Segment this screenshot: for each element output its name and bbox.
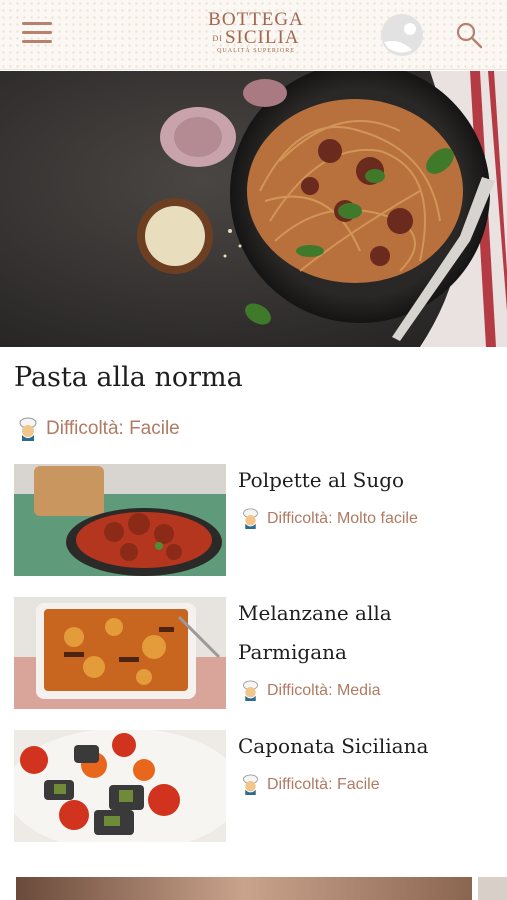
recipe-card[interactable]: Polpette al Sugo Difficoltà: Molto facil… (0, 464, 507, 576)
brand-logo[interactable]: BOTTEGA DI SICILIA QUALITÀ SUPERIORE (196, 10, 316, 60)
logo-di: DI (212, 33, 223, 43)
recipe-thumbnail (14, 597, 226, 709)
pasta-photo (0, 71, 507, 347)
hero-recipe-image[interactable] (0, 71, 507, 347)
chef-icon (243, 508, 258, 529)
app-header: BOTTEGA DI SICILIA QUALITÀ SUPERIORE (0, 0, 507, 70)
search-icon (456, 22, 483, 49)
next-recipe-image[interactable] (16, 877, 472, 900)
recipe-card[interactable]: Caponata Siciliana Difficoltà: Facile (0, 730, 507, 842)
menu-button[interactable] (22, 22, 52, 46)
recipe-thumbnail (14, 730, 226, 842)
recipe-card[interactable]: Melanzane alla Parmigana Difficoltà: Med… (0, 597, 507, 709)
recipe-difficulty: Difficoltà: Media (240, 680, 381, 701)
menu-icon (22, 22, 52, 43)
user-button[interactable] (378, 12, 426, 58)
next-recipe-image-side[interactable] (478, 877, 507, 900)
chef-icon (243, 680, 258, 701)
chef-icon (243, 774, 258, 795)
recipe-title: Melanzane alla Parmigana (238, 601, 392, 664)
chef-icon (19, 417, 37, 441)
recipe-difficulty: Difficoltà: Facile (240, 774, 380, 795)
search-button[interactable] (454, 20, 484, 50)
hero-difficulty: Difficoltà: Facile (16, 417, 180, 441)
logo-line2: SICILIA (224, 27, 300, 48)
logo-tagline: QUALITÀ SUPERIORE (217, 47, 295, 54)
hero-difficulty-text: Difficoltà: Facile (46, 418, 180, 439)
recipe-title: Caponata Siciliana (238, 734, 429, 758)
user-icon (381, 14, 423, 56)
recipe-title: Polpette al Sugo (238, 468, 405, 492)
hero-recipe-title[interactable]: Pasta alla norma (14, 362, 243, 393)
recipe-thumbnail (14, 464, 226, 576)
recipe-difficulty: Difficoltà: Molto facile (240, 508, 418, 529)
